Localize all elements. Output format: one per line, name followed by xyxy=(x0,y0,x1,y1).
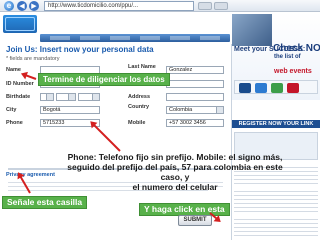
sidebar-text-block xyxy=(234,216,318,236)
address-bar[interactable]: http://www.ticdomicilio.com/ppu/... xyxy=(44,1,194,11)
privacy-label: Privacy agreement xyxy=(6,172,55,178)
check-now-heading: Check NOW xyxy=(273,43,320,54)
birthdate-label: Birthdate xyxy=(6,94,31,100)
site-logo[interactable] xyxy=(3,15,37,33)
phone-label: Phone xyxy=(6,120,23,126)
birth-year-select[interactable] xyxy=(78,93,100,101)
site-nav[interactable] xyxy=(40,34,230,42)
meet-success-banner[interactable]: Meet your SUCCESS: Check NOW the list of… xyxy=(232,12,320,100)
browser-logo-icon: e xyxy=(4,1,14,11)
birth-day-select[interactable] xyxy=(40,93,54,101)
id-label: ID Number xyxy=(6,81,34,87)
address-label: Address xyxy=(128,94,151,100)
refresh-icon[interactable] xyxy=(198,2,212,10)
last-name-field[interactable]: Gonzalez xyxy=(166,66,224,74)
birth-month-select[interactable] xyxy=(56,93,76,101)
address-field[interactable] xyxy=(166,93,224,101)
register-link-bar[interactable]: REGISTER NOW YOUR LINK xyxy=(232,120,320,128)
sidebar-ad: Meet your SUCCESS: Check NOW the list of… xyxy=(232,12,320,240)
phone-hint-line3: el numero del celular xyxy=(132,182,218,192)
people-photo xyxy=(232,14,272,46)
name-label: Name xyxy=(6,67,21,73)
screenshot-root: e ◀ ▶ http://www.ticdomicilio.com/ppu/..… xyxy=(0,0,320,240)
form-title: Join Us: Insert now your personal data xyxy=(6,45,154,54)
partner-logos xyxy=(234,80,318,94)
callout-check-box: Señale esta casilla xyxy=(2,196,88,209)
city-field[interactable]: Bogotá xyxy=(40,106,100,114)
country-label: Country xyxy=(128,104,150,110)
page-header xyxy=(0,12,230,44)
callout-fill-data: Termine de diligenciar los datos xyxy=(38,73,170,86)
phone-hint-line1: Phone: Telefono fijo sin prefijo. Mobile… xyxy=(67,152,283,162)
city-label: City xyxy=(6,107,17,113)
mobile-field[interactable]: +57 3002 3456 xyxy=(166,119,224,127)
forward-icon[interactable]: ▶ xyxy=(29,1,39,11)
back-icon[interactable]: ◀ xyxy=(17,1,27,11)
phone-hint-line2: seguido del prefijo del país, 57 para co… xyxy=(67,162,283,182)
last-name-label: Last Name xyxy=(128,64,156,70)
browser-toolbar: e ◀ ▶ http://www.ticdomicilio.com/ppu/..… xyxy=(0,0,320,12)
email-field[interactable] xyxy=(166,80,224,88)
country-select[interactable]: Colombia xyxy=(166,106,224,114)
form-subtitle: * fields are mandatory xyxy=(6,56,60,62)
mobile-label: Mobile xyxy=(128,120,146,126)
web-events-link[interactable]: web events xyxy=(274,68,312,76)
stop-icon[interactable] xyxy=(214,2,228,10)
submit-button[interactable]: SUBMIT xyxy=(178,215,212,226)
check-now-subtitle: the list of xyxy=(274,54,301,60)
